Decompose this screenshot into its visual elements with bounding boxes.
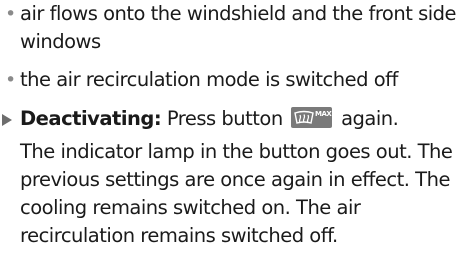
result-paragraph: The indicator lamp in the button goes ou… — [20, 140, 453, 247]
action-label: Deactivating: — [20, 107, 162, 130]
bullet-icon: • — [5, 3, 16, 25]
bullet-text: the air recirculation mode is switched o… — [20, 68, 398, 91]
list-item: • the air recirculation mode is switched… — [0, 66, 462, 94]
arrow-right-icon — [2, 114, 12, 126]
action-text-before: Press button — [166, 107, 283, 130]
action-step: Deactivating: Press button MAX again. — [0, 105, 462, 133]
instruction-page: • air flows onto the windshield and the … — [0, 0, 462, 261]
defrost-max-icon: MAX — [291, 107, 333, 128]
bullet-icon: • — [5, 69, 16, 91]
list-item: • air flows onto the windshield and the … — [0, 0, 462, 56]
bullet-text: air flows onto the windshield and the fr… — [20, 2, 457, 53]
action-text-after: again. — [341, 107, 399, 130]
max-badge-text: MAX — [315, 110, 332, 118]
